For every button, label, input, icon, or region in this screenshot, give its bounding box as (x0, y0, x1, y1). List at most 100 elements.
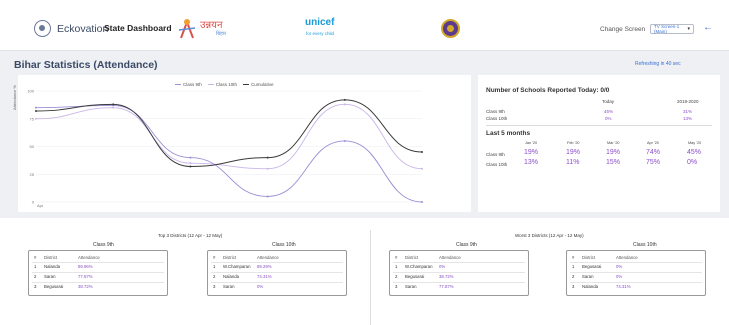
section-divider (370, 230, 371, 325)
row-attendance: 38.72% (78, 284, 93, 289)
row-district: Nalanda (582, 284, 599, 289)
row-class9-label: Class 9th (486, 109, 505, 114)
last5-class9-value: 19% (524, 149, 539, 156)
today-class10: 0% (605, 116, 612, 121)
worst-districts-title: Worst 3 Districts (12 Apr - 12 May) (515, 233, 584, 238)
brand[interactable]: Eckovation (34, 20, 108, 37)
table-header-cell: # (572, 255, 575, 260)
chart-legend: Class 9th Class 10th Cumulative (175, 82, 274, 87)
table-row-divider (570, 272, 702, 273)
table-row-divider (570, 262, 702, 263)
last5-class9-value: 74% (646, 149, 661, 156)
table-header-cell: Attendance (78, 255, 100, 260)
row-rank: 1 (34, 264, 37, 269)
year-class9: 31% (683, 109, 693, 114)
row-rank: 2 (34, 274, 37, 279)
arrow-left-icon[interactable]: ← (703, 22, 713, 33)
screen-select[interactable]: TV Screen-1 (Main) ▾ (650, 24, 694, 34)
schools-reported-title: Number of Schools Reported Today: 0/0 (486, 87, 610, 94)
unnayan-logo-icon (178, 19, 196, 39)
stats-divider (486, 125, 712, 126)
legend-class9[interactable]: Class 9th (175, 82, 202, 87)
table-row-divider (393, 282, 525, 283)
table-row-divider (32, 262, 164, 263)
brand-name: Eckovation (57, 22, 109, 35)
table-row-divider (393, 262, 525, 263)
screen-select-value: TV Screen-1 (Main) (654, 24, 680, 34)
table-row-divider (32, 272, 164, 273)
row-rank: 1 (395, 264, 398, 269)
table-header-cell: District (44, 255, 58, 260)
refresh-status: Refreshing in 40 sec (635, 61, 681, 67)
top-class10-title: Class 10th (272, 242, 296, 248)
row-rank: 1 (213, 264, 216, 269)
unicef-tagline: for every child (306, 31, 335, 36)
row-district: Saran (44, 274, 56, 279)
table-row-divider (211, 262, 343, 263)
row-district: W.Champaran (223, 264, 251, 269)
last5-class10-value: 15% (606, 159, 621, 166)
table-header-cell: District (405, 255, 419, 260)
today-class9: 45% (604, 109, 614, 114)
row-district: Saran (223, 284, 235, 289)
row-rank: 2 (213, 274, 216, 279)
attendance-chart-card (18, 75, 471, 212)
table-header-cell: # (395, 255, 398, 260)
row-attendance: 0% (616, 264, 623, 269)
unnayan-logo-text: उन्नयन (200, 20, 223, 31)
row-attendance: 38.72% (439, 274, 454, 279)
row-rank: 3 (395, 284, 398, 289)
table-row-divider (211, 282, 343, 283)
last5-class10-value: 13% (524, 159, 539, 166)
year-class10: 13% (683, 116, 693, 121)
row-attendance: 0% (257, 284, 264, 289)
row-attendance: 74.31% (257, 274, 272, 279)
table-row-divider (393, 272, 525, 273)
top-class9-title: Class 9th (93, 242, 114, 248)
last5-class9-value: 19% (606, 149, 621, 156)
last5-class9-value: 45% (687, 149, 702, 156)
row-district: Begusarai (44, 284, 64, 289)
legend-class10[interactable]: Class 10th (207, 82, 237, 87)
col-year: 2019-2020 (677, 99, 699, 104)
table-header-cell: Attendance (616, 255, 638, 260)
month-header: Apr '20 (647, 141, 659, 145)
table-row-divider (32, 282, 164, 283)
change-screen-label: Change Screen (600, 26, 646, 33)
table-header-cell: Attendance (257, 255, 279, 260)
table-row-divider (211, 272, 343, 273)
row-rank: 2 (395, 274, 398, 279)
row-class10-label: Class 10th (486, 116, 508, 121)
table-header-cell: District (582, 255, 596, 260)
row-attendance: 89.96% (78, 264, 93, 269)
row-attendance: 0% (616, 274, 623, 279)
month-header: Mar '20 (607, 141, 620, 145)
row-district: W.Champaran (405, 264, 433, 269)
row-district: Begusarai (582, 264, 602, 269)
chevron-down-icon: ▾ (687, 26, 690, 32)
eckovation-logo-icon (34, 20, 51, 37)
last5-class10-label: Class 10th (486, 162, 508, 167)
last5-title: Last 5 months (486, 130, 531, 137)
legend-cumulative[interactable]: Cumulative (243, 82, 274, 87)
row-rank: 2 (572, 274, 575, 279)
top-districts-title: Top 3 Districts (12 Apr - 12 May) (158, 233, 223, 238)
stats-card: Number of Schools Reported Today: 0/0 To… (478, 75, 720, 212)
table-header-cell: District (223, 255, 237, 260)
page-title: Bihar Statistics (Attendance) (14, 59, 158, 71)
table-header-cell: Attendance (439, 255, 461, 260)
table-header-cell: # (34, 255, 37, 260)
last5-class9-value: 19% (566, 149, 581, 156)
row-attendance: 77.87% (439, 284, 454, 289)
month-header: Jan '20 (525, 141, 538, 145)
row-rank: 3 (213, 284, 216, 289)
dashboard-title: State Dashboard (104, 23, 172, 33)
row-district: Nalanda (44, 264, 61, 269)
bihar-seal-icon (441, 19, 460, 38)
row-rank: 3 (572, 284, 575, 289)
row-rank: 3 (34, 284, 37, 289)
row-attendance: 89.29% (257, 264, 272, 269)
last5-class10-value: 0% (687, 159, 698, 166)
last5-class10-value: 75% (646, 159, 661, 166)
row-rank: 1 (572, 264, 575, 269)
